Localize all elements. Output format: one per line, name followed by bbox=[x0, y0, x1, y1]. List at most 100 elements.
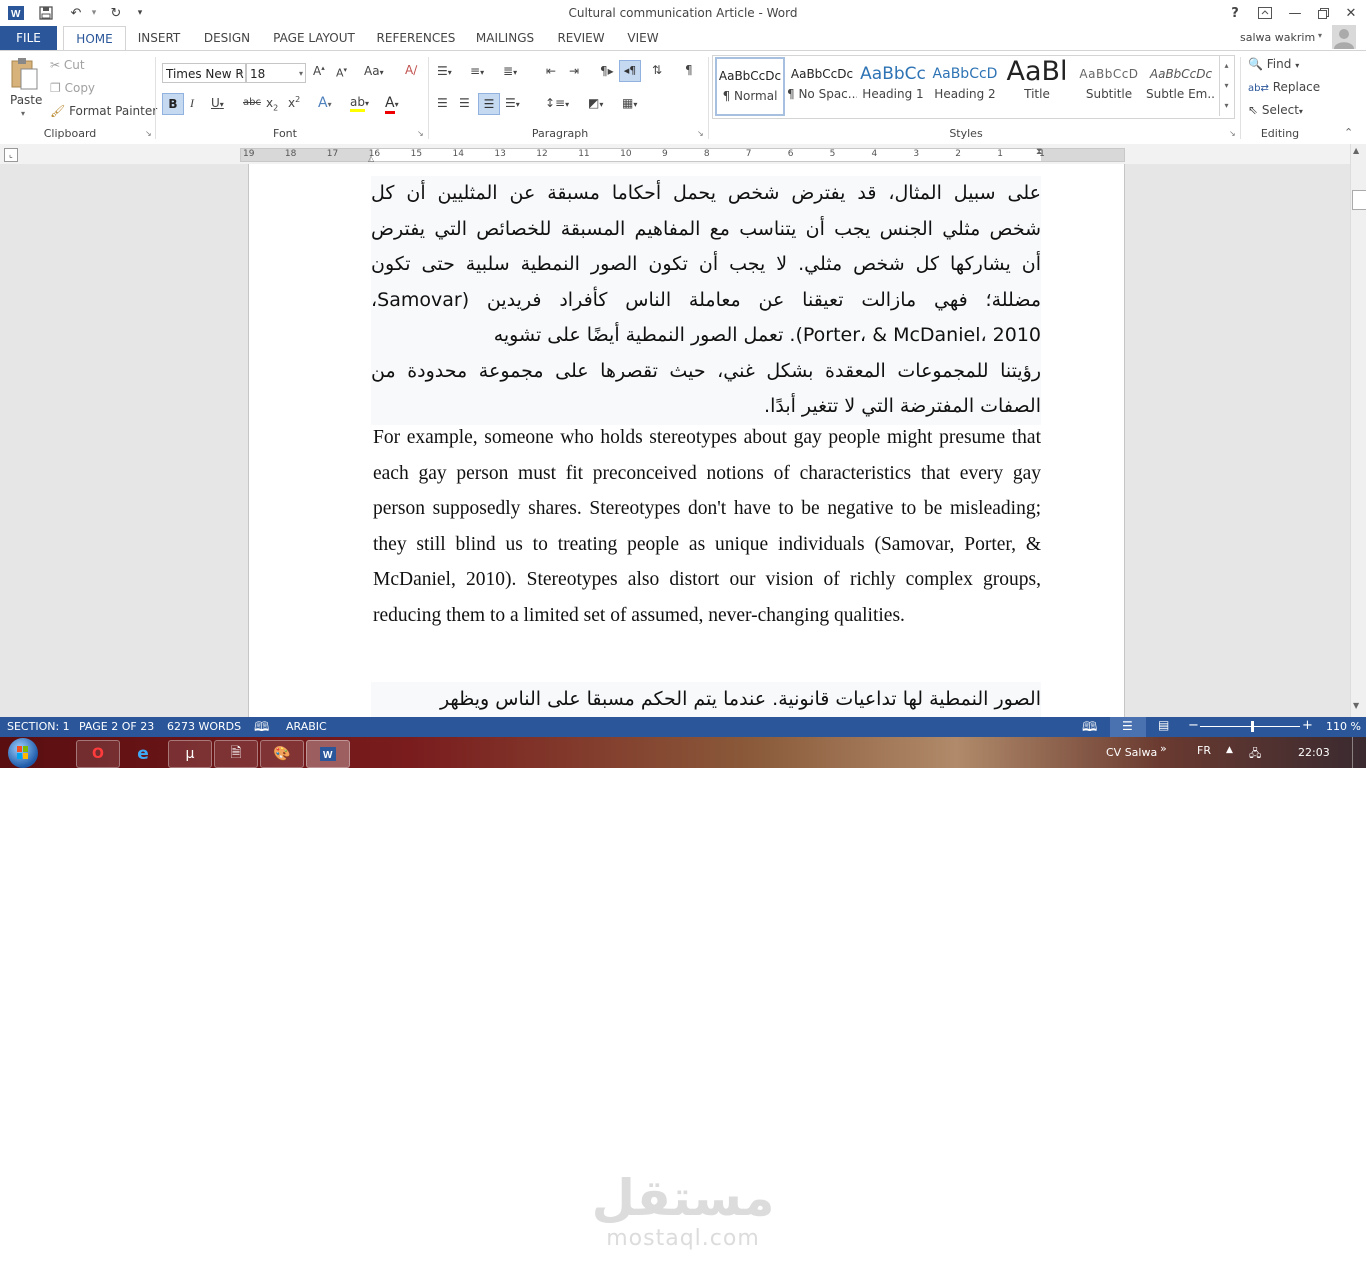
style-subtle-emphasis[interactable]: AaBbCcDc Subtle Em... bbox=[1146, 57, 1216, 115]
notepad-icon[interactable]: 🗎 bbox=[214, 740, 258, 768]
strikethrough-icon[interactable]: abc bbox=[243, 97, 261, 108]
horizontal-ruler[interactable]: 19 18 17 16 15 14 13 12 11 10 9 8 7 6 5 4 3 2 1 1 ⧗ △ bbox=[240, 147, 1125, 163]
web-layout-icon[interactable]: ▤ bbox=[1158, 718, 1169, 732]
font-size-box[interactable]: 18 ▾ bbox=[246, 63, 306, 83]
paste-dropdown-icon[interactable]: ▾ bbox=[21, 109, 25, 118]
show-formatting-icon[interactable]: ¶ bbox=[685, 63, 693, 77]
justify-icon[interactable]: ☰▾ bbox=[505, 96, 520, 110]
bullets-icon[interactable]: ☰▾ bbox=[437, 64, 452, 78]
shrink-font-icon[interactable]: A▾ bbox=[336, 66, 347, 80]
styles-down-icon[interactable]: ▾ bbox=[1220, 76, 1233, 96]
tab-mailings[interactable]: MAILINGS bbox=[470, 26, 540, 50]
multilevel-list-icon[interactable]: ≣▾ bbox=[503, 64, 517, 78]
network-icon[interactable]: 🖧 bbox=[1249, 745, 1261, 764]
highlight-icon[interactable]: ab▾ bbox=[350, 95, 369, 112]
opera-icon[interactable]: O bbox=[76, 740, 120, 768]
align-right-icon[interactable]: ☰ bbox=[478, 93, 500, 115]
tab-view[interactable]: VIEW bbox=[620, 26, 666, 50]
section-indicator[interactable]: SECTION: 1 bbox=[7, 720, 70, 733]
avatar[interactable] bbox=[1332, 25, 1356, 49]
font-launcher-icon[interactable]: ↘ bbox=[417, 129, 424, 138]
font-name-box[interactable]: Times New R ▾ bbox=[162, 63, 246, 83]
paint-icon[interactable]: 🎨 bbox=[260, 740, 304, 768]
show-desktop-button[interactable] bbox=[1352, 737, 1366, 768]
font-color-icon[interactable]: A▾ bbox=[385, 95, 399, 114]
find-dropdown-icon[interactable]: ▾ bbox=[1295, 61, 1299, 70]
align-center-icon[interactable]: ☰ bbox=[459, 96, 470, 110]
styles-scroll[interactable]: ▴ ▾ ▾ bbox=[1219, 56, 1233, 116]
select-button[interactable]: ⇖ Select▾ bbox=[1248, 103, 1303, 117]
user-name[interactable]: salwa wakrim bbox=[1240, 31, 1315, 44]
styles-up-icon[interactable]: ▴ bbox=[1220, 56, 1233, 76]
subscript-icon[interactable]: x2 bbox=[266, 96, 278, 112]
minimize-icon[interactable]: — bbox=[1280, 2, 1310, 24]
word-count[interactable]: 6273 WORDS bbox=[167, 720, 241, 733]
ltr-icon[interactable]: ¶▸ bbox=[600, 64, 614, 78]
clock[interactable]: 22:03 bbox=[1298, 746, 1330, 759]
italic-icon[interactable]: I bbox=[190, 96, 194, 111]
scroll-down-icon[interactable]: ▼ bbox=[1353, 701, 1359, 710]
left-indent-marker-icon[interactable]: △ bbox=[368, 154, 374, 163]
tab-home[interactable]: HOME bbox=[63, 26, 126, 51]
toolbar-label[interactable]: CV Salwa bbox=[1106, 746, 1157, 759]
grow-font-icon[interactable]: A▴ bbox=[313, 64, 325, 78]
page-indicator[interactable]: PAGE 2 OF 23 bbox=[79, 720, 154, 733]
decrease-indent-icon[interactable]: ⇤ bbox=[546, 64, 556, 78]
zoom-out-icon[interactable]: − bbox=[1188, 718, 1199, 733]
start-button-icon[interactable] bbox=[8, 738, 38, 768]
align-left-icon[interactable]: ☰ bbox=[437, 96, 448, 110]
print-layout-icon[interactable]: ☰ bbox=[1110, 717, 1146, 737]
internet-explorer-icon[interactable]: e bbox=[126, 742, 160, 766]
style-subtitle[interactable]: AaBbCcD Subtitle bbox=[1074, 57, 1144, 115]
help-button[interactable]: ? bbox=[1220, 2, 1250, 24]
language-indicator[interactable]: ARABIC bbox=[286, 720, 327, 733]
borders-icon[interactable]: ▦▾ bbox=[622, 96, 637, 110]
styles-launcher-icon[interactable]: ↘ bbox=[1229, 129, 1236, 138]
font-size-dropdown-icon[interactable]: ▾ bbox=[299, 64, 303, 84]
style-heading-1[interactable]: AaBbCc Heading 1 bbox=[858, 57, 928, 115]
style-normal[interactable]: AaBbCcDc ¶ Normal bbox=[715, 57, 785, 116]
style-title[interactable]: AaBl Title bbox=[1002, 57, 1072, 115]
rtl-icon[interactable]: ◂¶ bbox=[619, 60, 641, 82]
paragraph-launcher-icon[interactable]: ↘ bbox=[697, 129, 704, 138]
zoom-in-icon[interactable]: + bbox=[1302, 718, 1313, 733]
right-indent-marker-icon[interactable]: ⧗ bbox=[1036, 147, 1042, 157]
styles-more-icon[interactable]: ▾ bbox=[1220, 96, 1233, 116]
tab-review[interactable]: REVIEW bbox=[552, 26, 610, 50]
word-taskbar-icon[interactable]: W bbox=[306, 740, 350, 768]
zoom-level[interactable]: 110 % bbox=[1326, 720, 1361, 733]
scroll-thumb[interactable] bbox=[1352, 190, 1366, 210]
format-painter-button[interactable]: 🖌 Format Painter bbox=[50, 104, 157, 118]
cut-button[interactable]: ✂ Cut bbox=[50, 58, 85, 72]
restore-icon[interactable] bbox=[1308, 2, 1338, 24]
tab-references[interactable]: REFERENCES bbox=[372, 26, 460, 50]
font-name-dropdown-icon[interactable]: ▾ bbox=[239, 64, 243, 84]
collapse-ribbon-icon[interactable]: ⌃ bbox=[1344, 126, 1353, 139]
user-dropdown-icon[interactable]: ▾ bbox=[1318, 31, 1322, 40]
input-language[interactable]: FR bbox=[1197, 744, 1211, 757]
style-heading-2[interactable]: AaBbCcD Heading 2 bbox=[930, 57, 1000, 115]
utorrent-icon[interactable]: µ bbox=[168, 740, 212, 768]
show-hidden-icons-icon[interactable]: ▲ bbox=[1226, 745, 1233, 755]
tab-selector-icon[interactable]: ⌞ bbox=[4, 148, 18, 162]
zoom-slider[interactable] bbox=[1200, 721, 1300, 732]
arabic-paragraph[interactable]: على سبيل المثال، قد يفترض شخص يحمل أحكام… bbox=[371, 176, 1041, 425]
paste-icon[interactable] bbox=[8, 57, 42, 93]
numbering-icon[interactable]: ≡▾ bbox=[470, 64, 484, 78]
tab-design[interactable]: DESIGN bbox=[198, 26, 256, 50]
copy-button[interactable]: ❐ Copy bbox=[50, 81, 95, 95]
scroll-up-icon[interactable]: ▲ bbox=[1353, 146, 1359, 155]
style-no-spacing[interactable]: AaBbCcDc ¶ No Spac... bbox=[787, 57, 857, 115]
sort-icon[interactable]: ⇅ bbox=[652, 63, 662, 77]
english-paragraph[interactable]: For example, someone who holds stereotyp… bbox=[373, 420, 1041, 633]
find-button[interactable]: 🔍 Find ▾ bbox=[1248, 57, 1299, 71]
tab-insert[interactable]: INSERT bbox=[130, 26, 188, 50]
bold-icon[interactable]: B bbox=[162, 93, 184, 115]
increase-indent-icon[interactable]: ⇥ bbox=[569, 64, 579, 78]
clear-formatting-icon[interactable]: A∕ bbox=[405, 63, 417, 77]
line-spacing-icon[interactable]: ↕≡▾ bbox=[545, 96, 569, 110]
select-dropdown-icon[interactable]: ▾ bbox=[1299, 107, 1303, 116]
ribbon-display-options-icon[interactable] bbox=[1250, 2, 1280, 24]
tab-page-layout[interactable]: PAGE LAYOUT bbox=[268, 26, 360, 50]
close-icon[interactable]: ✕ bbox=[1336, 2, 1366, 24]
